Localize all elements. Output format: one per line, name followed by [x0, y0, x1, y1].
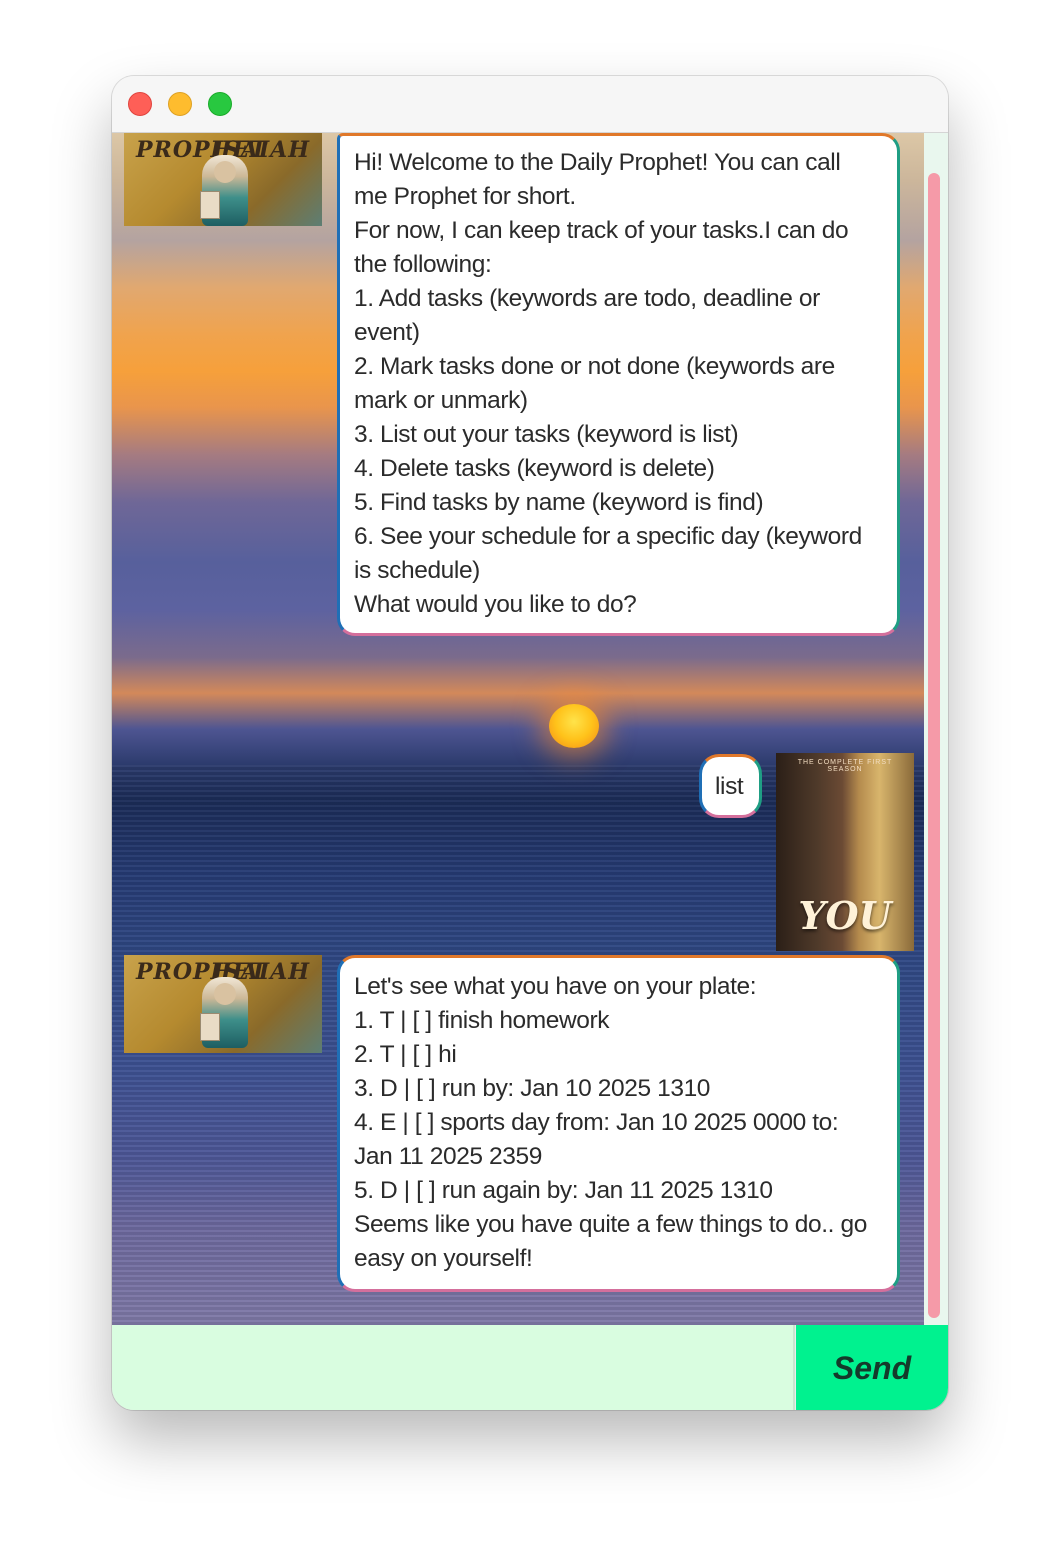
message-line: Let's see what you have on your plate:	[354, 973, 757, 1000]
user-avatar: THE COMPLETE FIRST SEASON YOU	[776, 753, 914, 951]
message-line: 3. D | [ ] run by: Jan 10 2025 1310	[354, 1075, 711, 1102]
bot-message-bubble: Hi! Welcome to the Daily Prophet! You ca…	[337, 133, 900, 636]
message-line: easy on yourself!	[354, 1245, 533, 1272]
user-avatar-caption: THE COMPLETE FIRST SEASON	[797, 759, 893, 773]
message-line: is schedule)	[354, 557, 480, 584]
message-line: 3. List out your tasks (keyword is list)	[354, 421, 739, 448]
scrollbar[interactable]	[924, 133, 948, 1325]
maximize-window-button[interactable]	[208, 92, 232, 116]
title-bar	[112, 76, 948, 133]
sun-image	[549, 704, 599, 748]
message-line: 6. See your schedule for a specific day …	[354, 523, 862, 550]
bot-avatar: PROPHET ISAIAH	[124, 955, 322, 1053]
prophet-figure-icon	[200, 977, 248, 1048]
scrollbar-thumb[interactable]	[928, 173, 940, 1318]
message-line: the following:	[354, 251, 492, 278]
message-line: 5. D | [ ] run again by: Jan 11 2025 131…	[354, 1177, 773, 1204]
message-line: me Prophet for short.	[354, 183, 576, 210]
message-line: list	[715, 773, 744, 800]
user-avatar-title: YOU	[798, 893, 892, 938]
minimize-window-button[interactable]	[168, 92, 192, 116]
message-line: mark or unmark)	[354, 387, 528, 414]
message-input[interactable]	[112, 1325, 795, 1410]
message-line: 4. E | [ ] sports day from: Jan 10 2025 …	[354, 1109, 839, 1136]
message-line: Hi! Welcome to the Daily Prophet! You ca…	[354, 149, 841, 176]
user-message-bubble: list	[699, 754, 762, 818]
message-line: 2. T | [ ] hi	[354, 1041, 457, 1068]
chat-area: PROPHET ISAIAH Hi! Welcome to the Daily …	[112, 133, 948, 1410]
bot-avatar: PROPHET ISAIAH	[124, 133, 322, 226]
app-window: PROPHET ISAIAH Hi! Welcome to the Daily …	[112, 76, 948, 1410]
message-line: 1. Add tasks (keywords are todo, deadlin…	[354, 285, 820, 312]
message-line: 5. Find tasks by name (keyword is find)	[354, 489, 764, 516]
message-line: What would you like to do?	[354, 591, 637, 618]
input-bar: Send	[112, 1325, 948, 1410]
bot-message-bubble: Let's see what you have on your plate: 1…	[337, 955, 900, 1292]
message-line: 4. Delete tasks (keyword is delete)	[354, 455, 715, 482]
message-line: 2. Mark tasks done or not done (keywords…	[354, 353, 835, 380]
close-window-button[interactable]	[128, 92, 152, 116]
prophet-figure-icon	[200, 155, 248, 226]
message-line: For now, I can keep track of your tasks.…	[354, 217, 849, 244]
send-button[interactable]: Send	[796, 1325, 948, 1410]
message-line: 1. T | [ ] finish homework	[354, 1007, 610, 1034]
message-line: Seems like you have quite a few things t…	[354, 1211, 867, 1238]
message-line: event)	[354, 319, 420, 346]
message-line: Jan 11 2025 2359	[354, 1143, 542, 1170]
